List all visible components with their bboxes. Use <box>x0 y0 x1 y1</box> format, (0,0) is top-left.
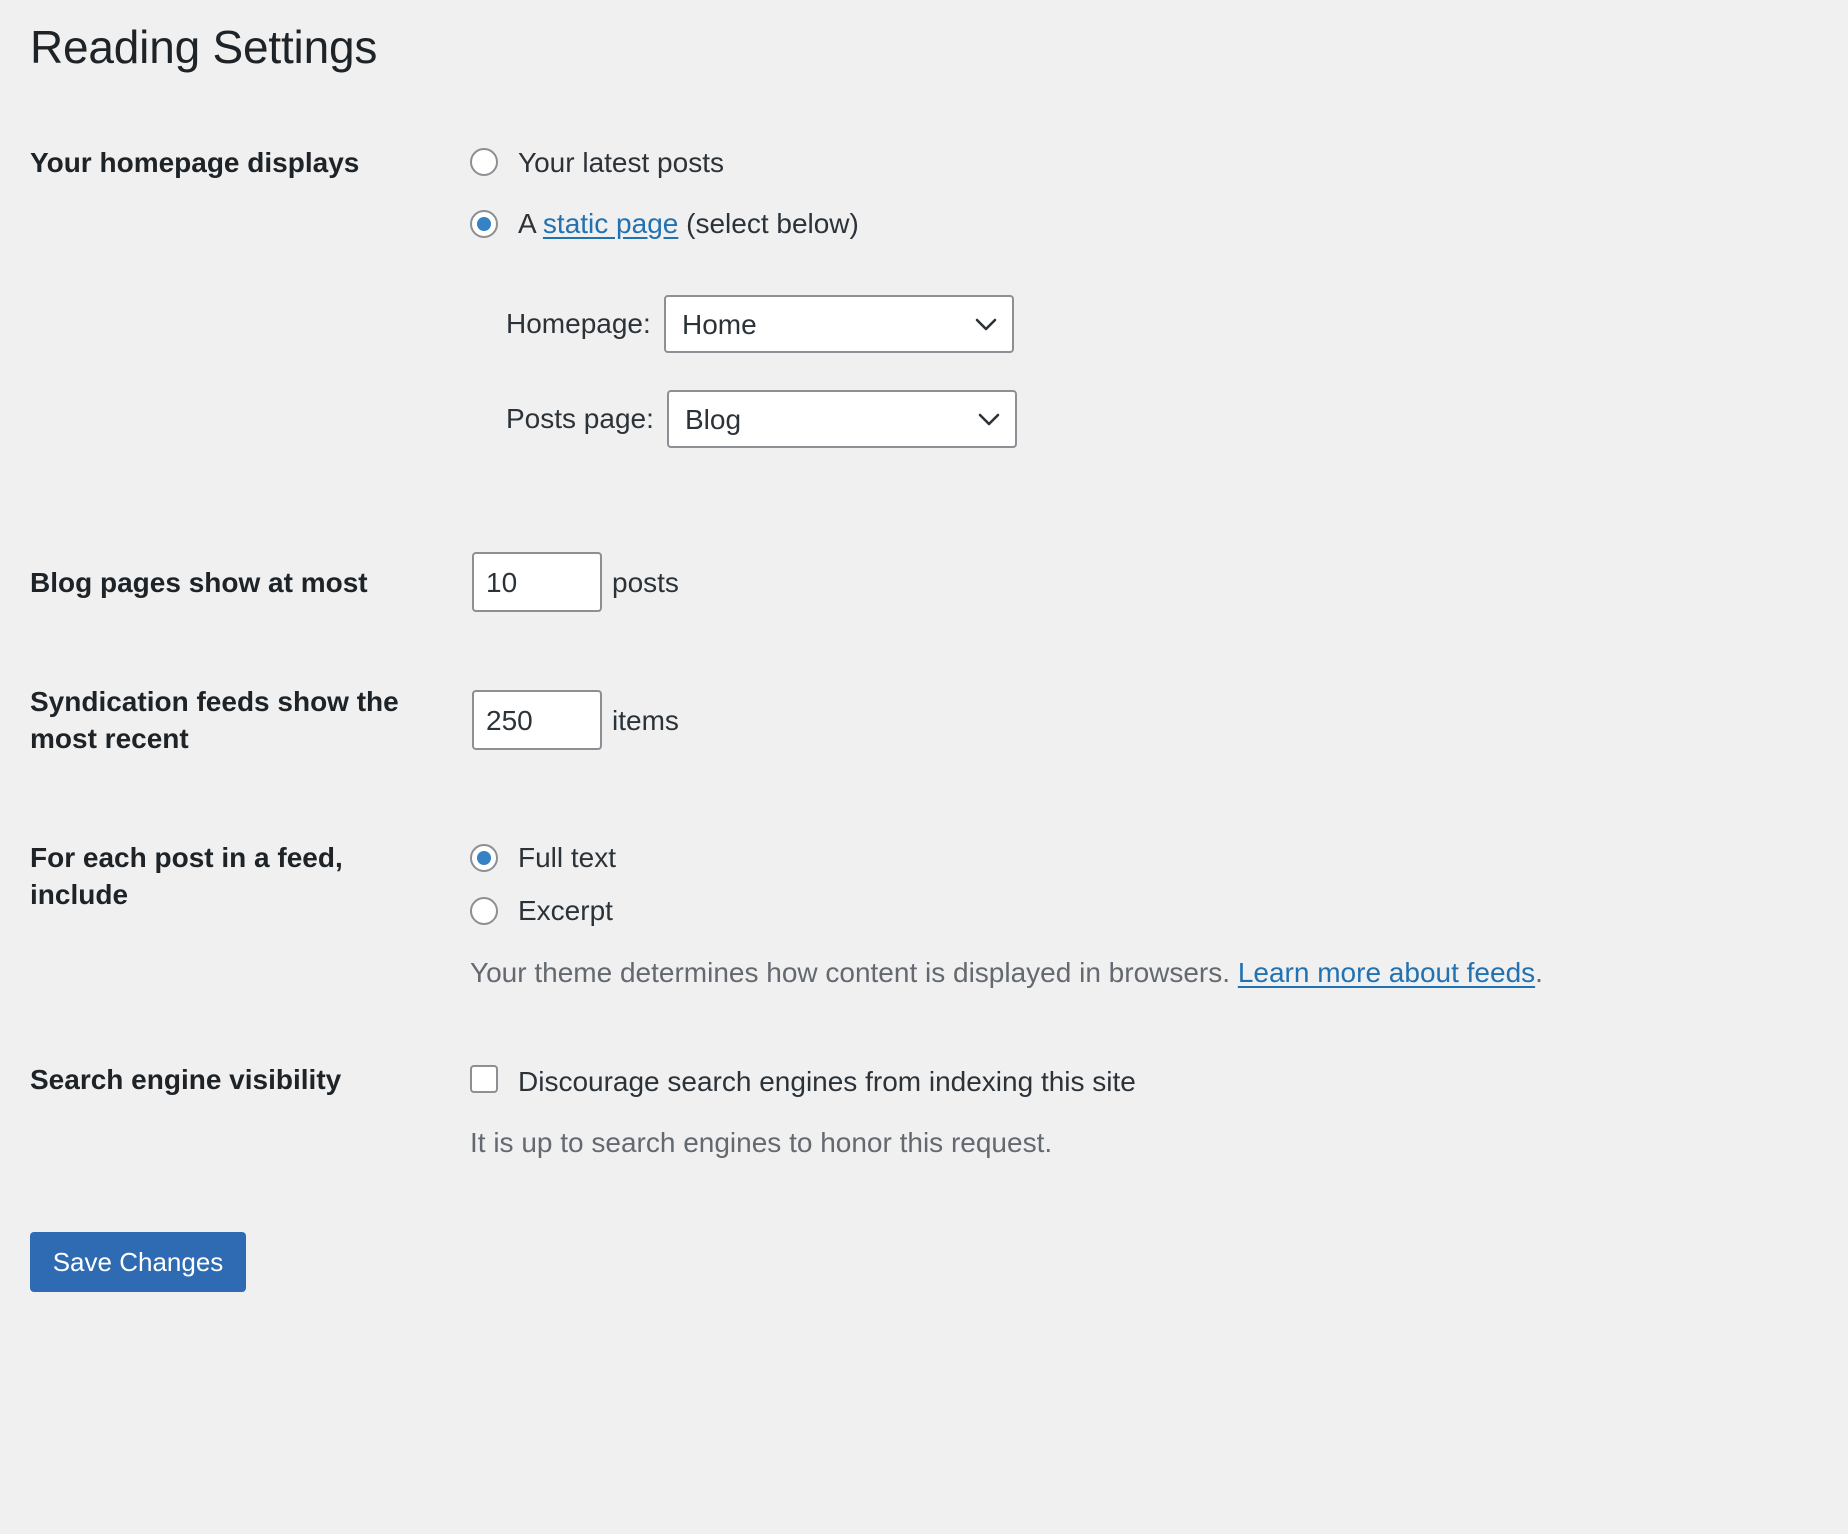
chevron-down-icon <box>978 413 1000 426</box>
feed-description-text: Your theme determines how content is dis… <box>470 957 1231 988</box>
syndication-unit: items <box>612 705 679 736</box>
posts-page-select[interactable]: Blog <box>667 390 1017 448</box>
homepage-select[interactable]: Home <box>664 295 1014 353</box>
page-title: Reading Settings <box>30 21 378 73</box>
save-changes-button[interactable]: Save Changes <box>30 1232 246 1292</box>
radio-latest-posts[interactable] <box>470 148 498 176</box>
full-text-label: Full text <box>518 842 617 873</box>
radio-static-page[interactable] <box>470 210 498 238</box>
discourage-search-checkbox[interactable] <box>470 1065 498 1093</box>
feed-include-label: For each post in a feed, include <box>30 842 343 910</box>
reading-settings-page: Reading Settings Your homepage displays … <box>0 0 1848 1534</box>
blog-pages-input-value: 10 <box>486 567 518 598</box>
syndication-input[interactable]: 250 <box>472 690 602 750</box>
radio-excerpt[interactable] <box>470 897 498 925</box>
homepage-select-value: Home <box>682 309 757 340</box>
search-visibility-label: Search engine visibility <box>30 1064 342 1095</box>
search-visibility-description: It is up to search engines to honor this… <box>470 1127 1053 1158</box>
feed-description-period: . <box>1535 957 1543 988</box>
blog-pages-input[interactable]: 10 <box>472 552 602 612</box>
homepage-select-label: Homepage: <box>506 308 651 339</box>
feed-description: Your theme determines how content is dis… <box>470 954 1543 991</box>
blog-pages-unit: posts <box>612 567 679 598</box>
learn-more-feeds-link[interactable]: Learn more about feeds <box>1238 957 1535 988</box>
posts-page-select-label: Posts page: <box>506 403 654 434</box>
excerpt-label: Excerpt <box>518 895 613 926</box>
chevron-down-icon <box>975 318 997 331</box>
static-page-prefix: A <box>518 208 536 239</box>
discourage-search-label: Discourage search engines from indexing … <box>518 1066 1136 1097</box>
syndication-input-value: 250 <box>486 705 533 736</box>
posts-page-select-value: Blog <box>685 404 742 435</box>
blog-pages-label: Blog pages show at most <box>30 567 368 598</box>
homepage-displays-label: Your homepage displays <box>30 147 360 178</box>
static-page-option: A static page (select below) <box>518 205 859 242</box>
static-page-link[interactable]: static page <box>543 208 678 239</box>
syndication-label: Syndication feeds show the most recent <box>30 686 399 754</box>
radio-full-text[interactable] <box>470 844 498 872</box>
latest-posts-label: Your latest posts <box>518 147 724 178</box>
static-page-suffix: (select below) <box>686 208 859 239</box>
